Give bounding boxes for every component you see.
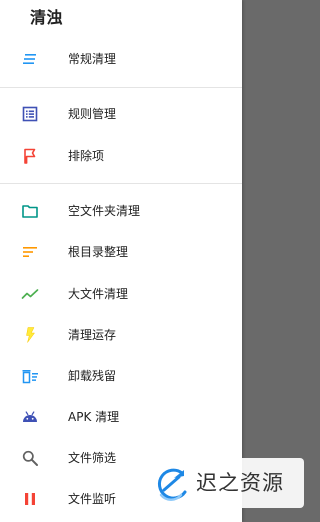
menu-item-label: APK 清理	[68, 410, 120, 424]
menu-item-label: 规则管理	[68, 107, 117, 121]
menu-item-rule-management[interactable]: 规则管理	[0, 96, 242, 132]
menu-item-label: 排除项	[68, 149, 105, 163]
menu-item-clean-memory[interactable]: 清理运存	[0, 317, 242, 353]
watermark: 迟之资源	[146, 458, 304, 508]
menu-item-uninstall-residue[interactable]: 卸载残留	[0, 358, 242, 394]
menu-item-regular-clean[interactable]: 常规清理	[0, 41, 242, 77]
folder-icon	[21, 202, 39, 220]
divider	[0, 183, 242, 184]
list-icon	[21, 105, 39, 123]
menu-item-large-file-clean[interactable]: 大文件清理	[0, 276, 242, 312]
menu-item-label: 卸载残留	[68, 369, 117, 383]
menu-item-label: 常规清理	[68, 52, 117, 66]
sort-lines-icon	[21, 243, 39, 261]
menu-item-label: 空文件夹清理	[68, 204, 141, 218]
trend-line-icon	[21, 285, 39, 303]
navigation-drawer: 清浊 常规清理 规则管理 排除项 空文件夹清理 根目录整理 大文件清理 清理运存…	[0, 0, 242, 522]
menu-item-exclusions[interactable]: 排除项	[0, 138, 242, 174]
menu-item-label: 根目录整理	[68, 245, 129, 259]
menu-item-apk-clean[interactable]: APK 清理	[0, 399, 242, 435]
flash-icon	[21, 326, 39, 344]
watermark-logo-icon	[152, 464, 192, 504]
menu-item-label: 文件监听	[68, 492, 117, 506]
menu-item-root-organize[interactable]: 根目录整理	[0, 234, 242, 270]
flag-icon	[21, 147, 39, 165]
drawer-title: 清浊	[30, 8, 64, 27]
menu-item-label: 文件筛选	[68, 451, 117, 465]
watermark-text: 迟之资源	[196, 471, 284, 495]
menu-item-label: 清理运存	[68, 328, 117, 342]
android-icon	[21, 408, 39, 426]
menu-item-empty-folder-clean[interactable]: 空文件夹清理	[0, 193, 242, 229]
search-icon	[21, 449, 39, 467]
menu-item-label: 大文件清理	[68, 287, 129, 301]
pause-icon	[21, 490, 39, 508]
delete-sweep-icon	[21, 367, 39, 385]
divider	[0, 87, 242, 88]
clean-lines-icon	[21, 50, 39, 68]
